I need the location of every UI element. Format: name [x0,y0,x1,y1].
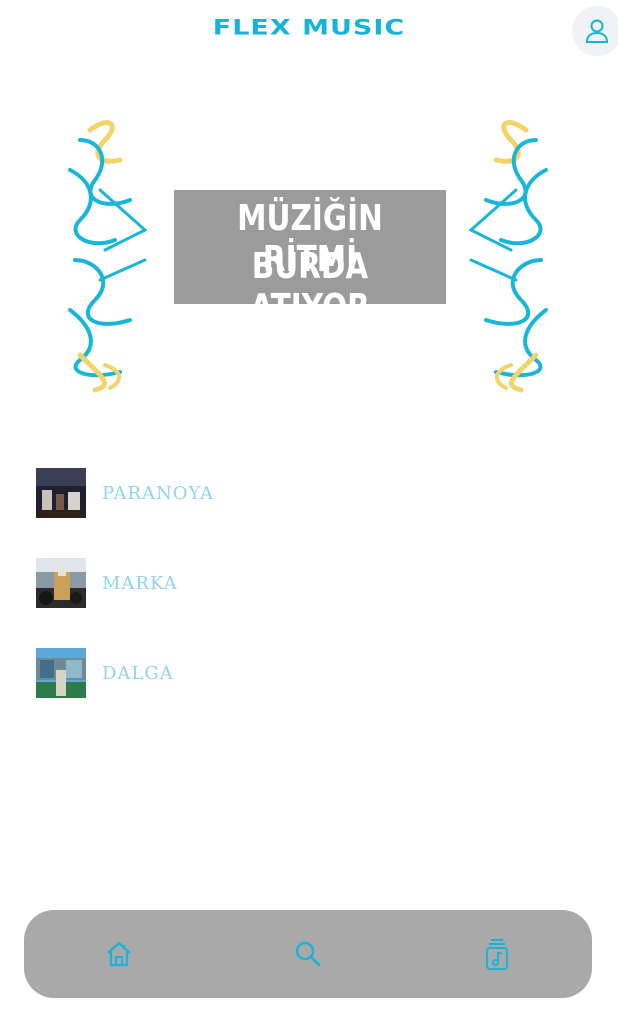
bottom-navigation [24,910,592,998]
tribal-ornament-left [68,120,148,393]
library-button[interactable] [479,936,515,972]
track-item-dalga[interactable]: DALGA [36,648,596,698]
search-icon [295,941,321,967]
track-item-marka[interactable]: MARKA [36,558,596,608]
banner-line-2: BURDA ATIYOR [250,246,370,328]
track-title: MARKA [102,572,178,594]
tribal-ornament-right [468,120,548,393]
search-button[interactable] [290,936,326,972]
track-cover-thumbnail [36,468,86,518]
home-button[interactable] [101,936,137,972]
profile-button[interactable] [572,6,618,56]
header: FLEX MUSIC [0,0,618,60]
user-icon [585,19,609,43]
track-title: DALGA [102,662,174,684]
playlist-icon [486,939,508,970]
track-item-paranoya[interactable]: PARANOYA [36,468,596,518]
track-cover-thumbnail [36,558,86,608]
track-cover-thumbnail [36,648,86,698]
home-icon [107,941,131,967]
app-title: FLEX MUSIC [212,15,406,40]
track-title: PARANOYA [102,482,215,504]
banner-slogan: MÜZİĞİN RİTMİ BURDA ATIYOR [174,190,446,328]
